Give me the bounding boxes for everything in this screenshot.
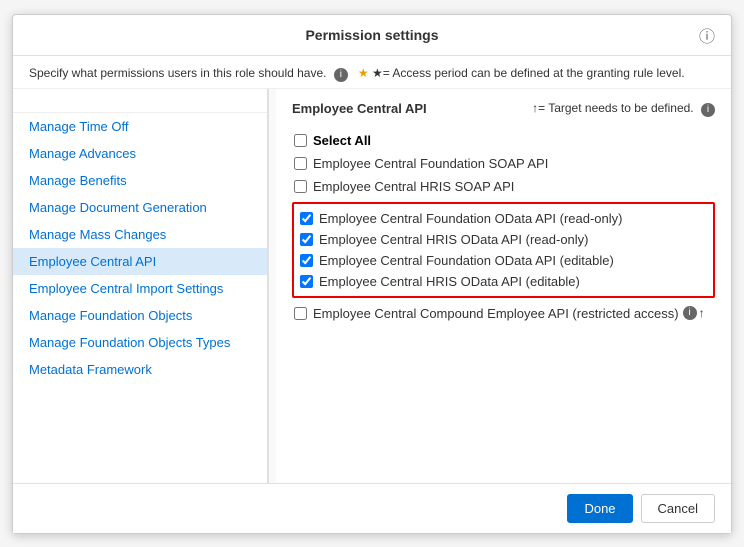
note-info-icon[interactable]: i — [334, 68, 348, 82]
target-icon: ↑ — [699, 306, 705, 320]
sidebar-item-manage-foundation-objects-types[interactable]: Manage Foundation Objects Types — [13, 329, 267, 356]
sidebar-item-employee-central-import-settings[interactable]: Employee Central Import Settings — [13, 275, 267, 302]
content-area: Manage Time Off Manage Advances Manage B… — [13, 89, 731, 483]
label-hris-odata-readonly: Employee Central HRIS OData API (read-on… — [319, 232, 589, 247]
main-content: Employee Central API ↑= Target needs to … — [276, 89, 731, 483]
label-compound-employee: Employee Central Compound Employee API (… — [313, 306, 679, 321]
checkbox-hris-soap-api[interactable] — [294, 180, 307, 193]
highlighted-checkbox-list: Employee Central Foundation OData API (r… — [298, 208, 709, 292]
sidebar-item-manage-document-generation[interactable]: Manage Document Generation — [13, 194, 267, 221]
sidebar-top-space — [13, 93, 267, 113]
help-icon[interactable]: ⓘ — [699, 23, 715, 47]
label-foundation-odata-editable: Employee Central Foundation OData API (e… — [319, 253, 614, 268]
checkbox-compound-employee[interactable] — [294, 307, 307, 320]
checkbox-item-hris-odata-editable: Employee Central HRIS OData API (editabl… — [298, 271, 709, 292]
section-info-icon[interactable]: i — [701, 103, 715, 117]
sidebar-item-manage-advances[interactable]: Manage Advances — [13, 140, 267, 167]
checkbox-item-soap-api: Employee Central Foundation SOAP API — [292, 152, 715, 175]
label-hris-odata-editable: Employee Central HRIS OData API (editabl… — [319, 274, 580, 289]
checkbox-item-foundation-odata-readonly: Employee Central Foundation OData API (r… — [298, 208, 709, 229]
done-button[interactable]: Done — [567, 494, 632, 523]
sidebar-scrollbar — [268, 89, 276, 483]
checkbox-item-hris-soap-api: Employee Central HRIS SOAP API — [292, 175, 715, 198]
select-all-item: Select All — [292, 129, 715, 152]
checkbox-item-compound-employee: Employee Central Compound Employee API (… — [292, 302, 715, 325]
highlighted-section: Employee Central Foundation OData API (r… — [292, 202, 715, 298]
label-foundation-odata-readonly: Employee Central Foundation OData API (r… — [319, 211, 623, 226]
sidebar: Manage Time Off Manage Advances Manage B… — [13, 89, 268, 483]
cancel-button[interactable]: Cancel — [641, 494, 715, 523]
select-all-checkbox[interactable] — [294, 134, 307, 147]
checkbox-list-bottom: Employee Central Compound Employee API (… — [292, 302, 715, 325]
compound-info-icon[interactable]: i — [683, 306, 697, 320]
sidebar-item-manage-benefits[interactable]: Manage Benefits — [13, 167, 267, 194]
sidebar-item-manage-foundation-objects[interactable]: Manage Foundation Objects — [13, 302, 267, 329]
modal-body: Specify what permissions users in this r… — [13, 56, 731, 483]
section-header: Employee Central API ↑= Target needs to … — [292, 101, 715, 121]
sidebar-item-metadata-framework[interactable]: Metadata Framework — [13, 356, 267, 383]
checkbox-hris-odata-editable[interactable] — [300, 275, 313, 288]
checkbox-soap-api[interactable] — [294, 157, 307, 170]
modal-title: Permission settings — [305, 27, 438, 43]
sidebar-item-manage-mass-changes[interactable]: Manage Mass Changes — [13, 221, 267, 248]
checkbox-foundation-odata-editable[interactable] — [300, 254, 313, 267]
section-note: ↑= Target needs to be defined. i — [532, 101, 715, 117]
checkbox-list: Select All Employee Central Foundation S… — [292, 129, 715, 198]
sidebar-item-employee-central-api[interactable]: Employee Central API — [13, 248, 267, 275]
modal-footer: Done Cancel — [13, 483, 731, 533]
permission-settings-modal: Permission settings ⓘ Specify what permi… — [12, 14, 732, 534]
label-hris-soap-api: Employee Central HRIS SOAP API — [313, 179, 514, 194]
sidebar-item-manage-time-off[interactable]: Manage Time Off — [13, 113, 267, 140]
modal-header: Permission settings ⓘ — [13, 15, 731, 56]
checkbox-foundation-odata-readonly[interactable] — [300, 212, 313, 225]
checkbox-item-foundation-odata-editable: Employee Central Foundation OData API (e… — [298, 250, 709, 271]
permission-note: Specify what permissions users in this r… — [13, 56, 731, 89]
select-all-label: Select All — [313, 133, 371, 148]
label-soap-api: Employee Central Foundation SOAP API — [313, 156, 548, 171]
checkbox-hris-odata-readonly[interactable] — [300, 233, 313, 246]
checkbox-item-hris-odata-readonly: Employee Central HRIS OData API (read-on… — [298, 229, 709, 250]
section-title: Employee Central API — [292, 101, 427, 116]
